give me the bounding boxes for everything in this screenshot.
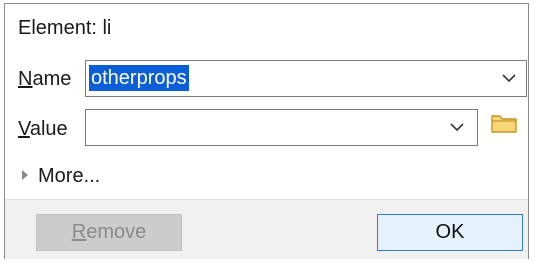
triangle-right-icon[interactable]	[20, 164, 38, 188]
value-label-text: alue	[29, 118, 68, 140]
element-dialog: Element: li Name otherprops Value More..…	[4, 3, 529, 259]
value-label-accelerator: V	[18, 118, 30, 140]
element-title: Element: li	[18, 17, 112, 39]
value-combobox[interactable]	[85, 109, 478, 146]
dialog-footer: Remove OK	[5, 199, 528, 259]
chevron-down-icon[interactable]	[500, 69, 518, 87]
name-label-accelerator: N	[18, 68, 33, 90]
name-label: Name	[18, 67, 71, 91]
value-label: Value	[18, 117, 68, 141]
name-input-value[interactable]: otherprops	[89, 65, 189, 91]
ok-button[interactable]: OK	[377, 214, 523, 251]
name-combobox[interactable]: otherprops	[85, 60, 527, 97]
folder-icon[interactable]	[490, 111, 518, 135]
chevron-down-icon[interactable]	[448, 118, 466, 136]
remove-button[interactable]: Remove	[36, 214, 182, 251]
name-label-text: ame	[32, 68, 72, 90]
more-label[interactable]: More...	[38, 165, 100, 187]
more-expander[interactable]: More...	[20, 164, 100, 188]
remove-button-text: emove	[86, 221, 147, 243]
remove-button-accelerator: R	[71, 221, 87, 243]
